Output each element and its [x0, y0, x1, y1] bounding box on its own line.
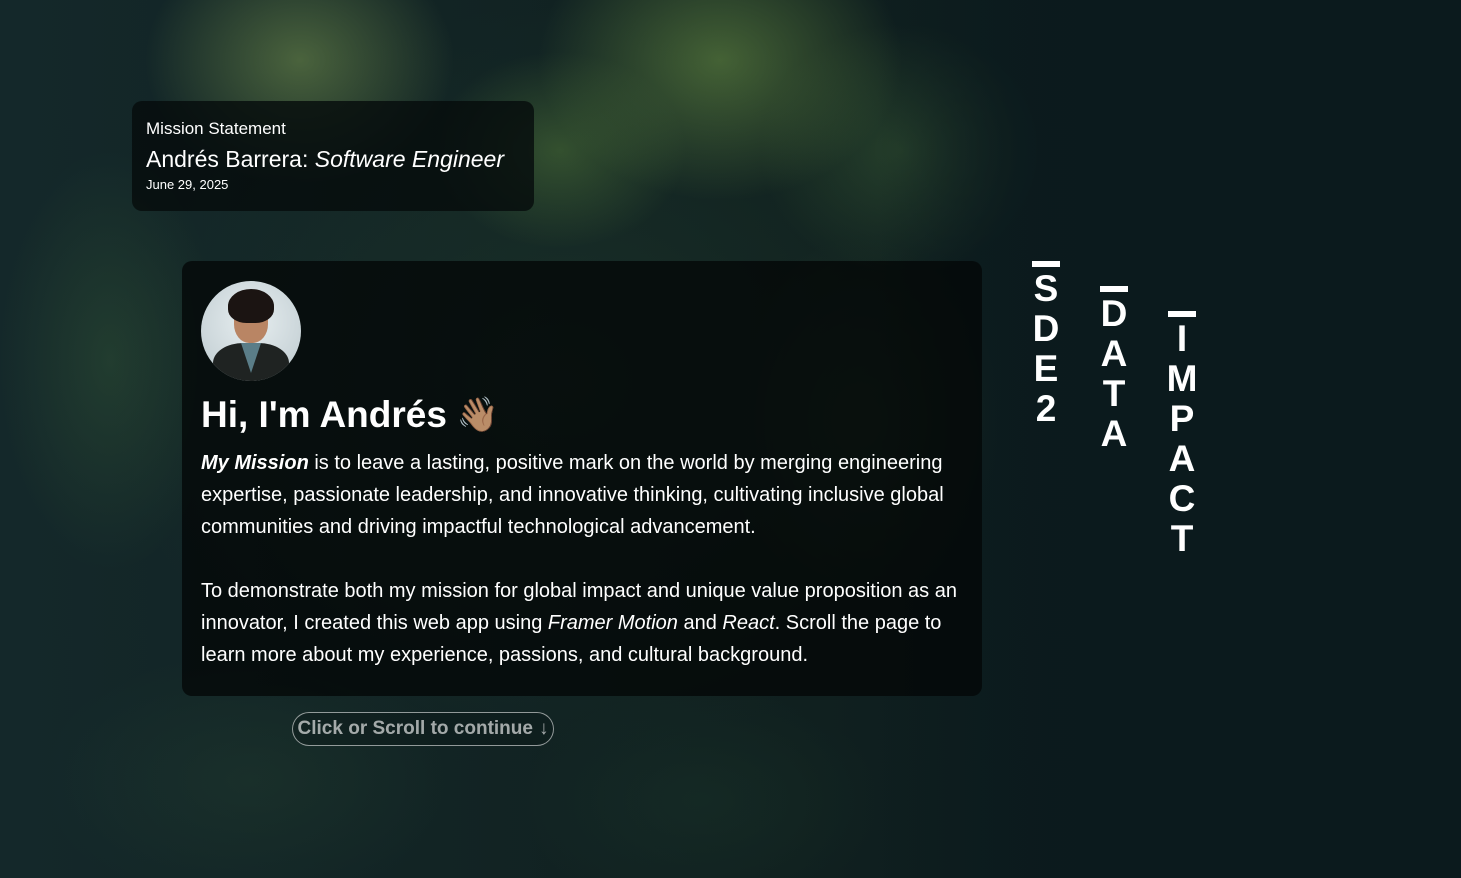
- nav-letter: D: [1100, 293, 1128, 334]
- nav-letter: T: [1102, 373, 1126, 414]
- header-eyebrow: Mission Statement: [146, 119, 286, 138]
- nav-indicator-bar: [1100, 286, 1128, 292]
- nav-letter: S: [1033, 268, 1059, 309]
- nav-letter: T: [1170, 518, 1194, 559]
- arrow-down-icon: ↓: [538, 718, 549, 739]
- nav-letter: A: [1100, 413, 1128, 454]
- nav-letter: A: [1100, 333, 1128, 374]
- continue-label: Click or Scroll to continue: [297, 718, 533, 739]
- nav-letter: 2: [1035, 388, 1057, 429]
- mission-paragraph: My Mission is to leave a lasting, positi…: [201, 447, 963, 543]
- intro-card: Hi, I'm Andrés 👋🏽 My Mission is to leave…: [182, 261, 982, 696]
- waving-hand-icon: 👋🏽: [456, 396, 500, 434]
- continue-button[interactable]: Click or Scroll to continue ↓: [292, 712, 554, 746]
- nav-sde2[interactable]: S D E 2: [1026, 261, 1066, 429]
- header-role: Software Engineer: [314, 146, 504, 172]
- react-text: React: [722, 612, 775, 634]
- header-date: June 29, 2025: [146, 177, 229, 192]
- nav-indicator-bar: [1032, 261, 1060, 267]
- nav-letter: P: [1169, 398, 1195, 439]
- nav-letter: I: [1176, 318, 1188, 359]
- nav-letter: M: [1166, 358, 1198, 399]
- greeting-heading: Hi, I'm Andrés 👋🏽: [201, 393, 963, 437]
- framer-motion-text: Framer Motion: [547, 612, 678, 634]
- about-paragraph: To demonstrate both my mission for globa…: [201, 575, 963, 671]
- nav-letter: E: [1033, 348, 1059, 389]
- nav-impact[interactable]: I M P A C T: [1162, 311, 1202, 559]
- nav-letter: D: [1032, 308, 1060, 349]
- mission-header-card: Mission Statement Andrés Barrera: Softwa…: [132, 101, 534, 211]
- header-name: Andrés Barrera:: [146, 146, 309, 172]
- nav-letter: C: [1168, 478, 1196, 519]
- nav-letter: A: [1168, 438, 1196, 479]
- nav-indicator-bar: [1168, 311, 1196, 317]
- avatar: [201, 281, 301, 381]
- header-title: Andrés Barrera: Software Engineer: [146, 145, 520, 173]
- mission-text: is to leave a lasting, positive mark on …: [201, 452, 944, 538]
- mission-label: My Mission: [201, 452, 309, 474]
- about-text-and: and: [677, 612, 723, 634]
- nav-data[interactable]: D A T A: [1094, 286, 1134, 454]
- greeting-text: Hi, I'm Andrés: [201, 394, 447, 435]
